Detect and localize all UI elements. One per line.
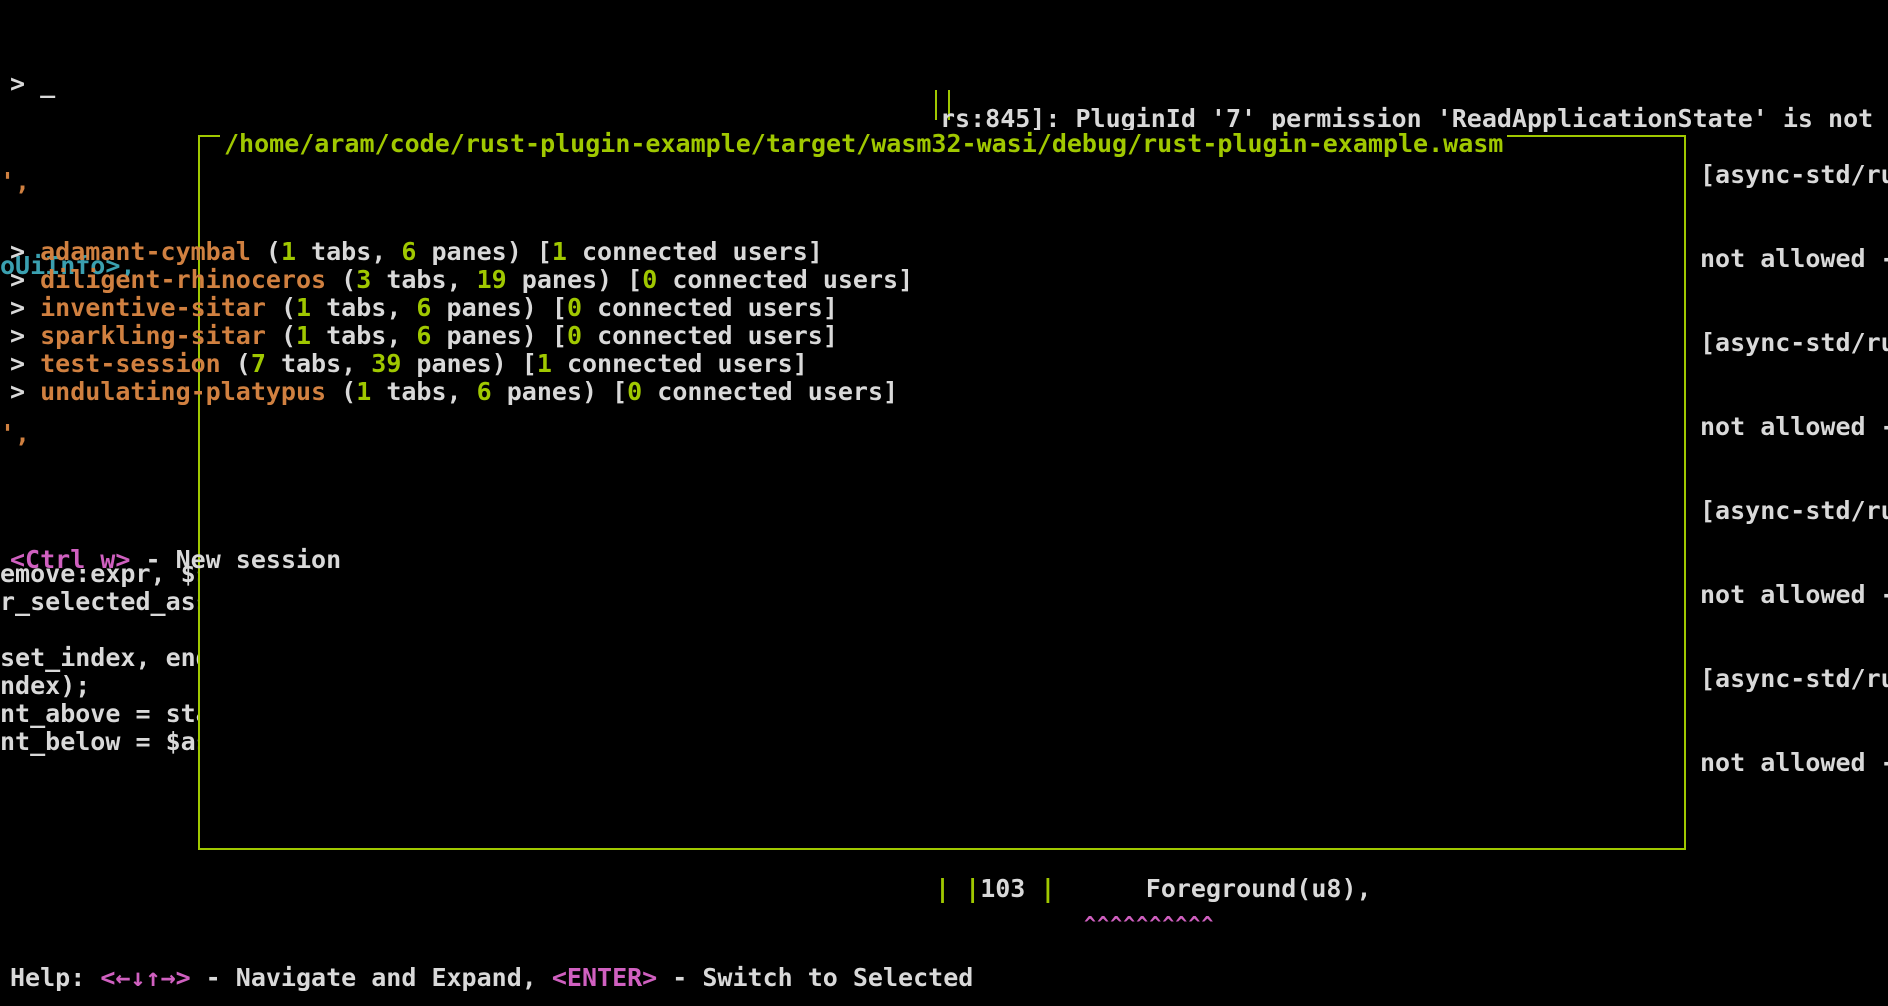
search-prompt[interactable]: > _ xyxy=(10,70,1878,98)
help-line: Help: <←↓↑→> - Navigate and Expand, <ENT… xyxy=(10,964,1878,992)
session-row[interactable]: > adamant-cymbal (1 tabs, 6 panes) [1 co… xyxy=(10,238,1878,266)
session-row[interactable]: > undulating-platypus (1 tabs, 6 panes) … xyxy=(10,378,1878,406)
session-row[interactable]: > test-session (7 tabs, 39 panes) [1 con… xyxy=(10,350,1878,378)
new-session-hint[interactable]: <Ctrl w> - New session xyxy=(10,546,1878,574)
session-row[interactable]: > diligent-rhinoceros (3 tabs, 19 panes)… xyxy=(10,266,1878,294)
session-row[interactable]: > sparkling-sitar (1 tabs, 6 panes) [0 c… xyxy=(10,322,1878,350)
wavy-underline: ^^^^^^^^^^ xyxy=(1084,910,1214,938)
status-line: | |103 | Foreground(u8), xyxy=(935,875,1372,903)
session-row[interactable]: > inventive-sitar (1 tabs, 6 panes) [0 c… xyxy=(10,294,1878,322)
